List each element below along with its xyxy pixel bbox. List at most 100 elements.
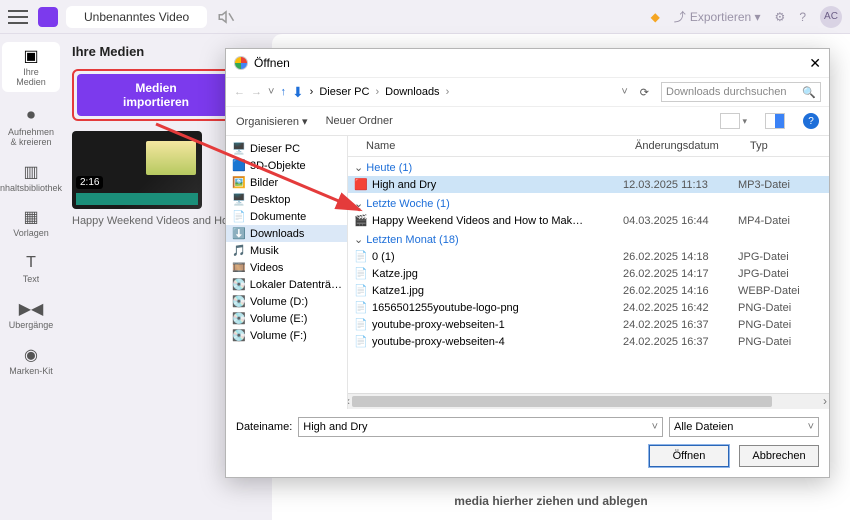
chrome-icon bbox=[234, 56, 248, 70]
rail-icon: ◉ bbox=[17, 345, 45, 365]
file-group-header[interactable]: Heute (1) bbox=[348, 157, 829, 176]
close-icon[interactable]: ✕ bbox=[809, 55, 821, 72]
folder-icon: 🖼️ bbox=[232, 176, 246, 189]
rail-item-1[interactable]: ⏺Aufnehmen& kreieren bbox=[2, 106, 60, 148]
breadcrumb[interactable]: Dieser PC Downloads bbox=[319, 86, 615, 98]
tree-item[interactable]: 🖥️Dieser PC bbox=[226, 140, 347, 157]
folder-icon: 🟦 bbox=[232, 159, 246, 172]
folder-icon: 🎞️ bbox=[232, 261, 246, 274]
tree-item[interactable]: 💽Volume (F:) bbox=[226, 327, 347, 344]
search-icon: 🔍 bbox=[802, 86, 816, 99]
drop-hint: media hierher ziehen und ablegen bbox=[272, 494, 830, 508]
project-title[interactable]: Unbenanntes Video bbox=[66, 6, 207, 28]
file-icon: 📄 bbox=[354, 301, 368, 314]
rail-item-6[interactable]: ◉Marken-Kit bbox=[2, 345, 60, 377]
folder-icon: 🖥️ bbox=[232, 142, 246, 155]
app-logo bbox=[38, 7, 58, 27]
file-icon: 🟥 bbox=[354, 178, 368, 191]
filename-label: Dateiname: bbox=[236, 421, 292, 433]
dialog-nav: ← → ˅ ↑ ⬇ › Dieser PC Downloads ˅ ⟳ Down… bbox=[226, 77, 829, 107]
folder-icon: 🖥️ bbox=[232, 193, 246, 206]
menu-icon[interactable] bbox=[8, 10, 28, 24]
avatar[interactable]: AC bbox=[820, 6, 842, 28]
rail-item-3[interactable]: ▦Vorlagen bbox=[2, 207, 60, 239]
rail-item-4[interactable]: TText bbox=[2, 253, 60, 285]
refresh-icon[interactable]: ⟳ bbox=[640, 86, 649, 99]
folder-icon: 💽 bbox=[232, 295, 246, 308]
dialog-toolbar: Organisieren ▾ Neuer Ordner ▾ ? bbox=[226, 107, 829, 135]
file-row[interactable]: 📄1656501255youtube-logo-png24.02.2025 16… bbox=[348, 299, 829, 316]
tree-item[interactable]: ⬇️Downloads bbox=[226, 225, 347, 242]
file-row[interactable]: 🟥High and Dry12.03.2025 11:13MP3-Datei bbox=[348, 176, 829, 193]
export-button[interactable]: ⤴Exportieren ▾ bbox=[674, 8, 761, 25]
new-folder-button[interactable]: Neuer Ordner bbox=[326, 115, 393, 127]
tree-item[interactable]: 🟦3D-Objekte bbox=[226, 157, 347, 174]
up-icon[interactable]: ˅ bbox=[268, 86, 274, 98]
file-row[interactable]: 📄0 (1)26.02.2025 14:18JPG-Datei bbox=[348, 248, 829, 265]
view-options[interactable]: ▾ bbox=[720, 113, 747, 129]
tree-item[interactable]: 🎞️Videos bbox=[226, 259, 347, 276]
preview-pane-toggle[interactable] bbox=[765, 113, 785, 129]
file-row[interactable]: 📄Katze1.jpg26.02.2025 14:16WEBP-Datei bbox=[348, 282, 829, 299]
file-row[interactable]: 📄youtube-proxy-webseiten-424.02.2025 16:… bbox=[348, 333, 829, 350]
file-row[interactable]: 🎬Happy Weekend Videos and How to Mak…04.… bbox=[348, 212, 829, 229]
duration-badge: 2:16 bbox=[76, 176, 103, 189]
folder-icon: 💽 bbox=[232, 312, 246, 325]
tree-item[interactable]: 💽Volume (E:) bbox=[226, 310, 347, 327]
file-open-dialog: Öffnen ✕ ← → ˅ ↑ ⬇ › Dieser PC Downloads… bbox=[225, 48, 830, 478]
mute-icon[interactable] bbox=[217, 8, 235, 26]
media-thumbnail[interactable]: 2:16 bbox=[72, 131, 202, 209]
file-list: Name Änderungsdatum Typ Heute (1)🟥High a… bbox=[348, 136, 829, 409]
folder-icon: 💽 bbox=[232, 329, 246, 342]
dialog-title: Öffnen bbox=[254, 56, 290, 70]
tree-item[interactable]: 🖥️Desktop bbox=[226, 191, 347, 208]
horizontal-scrollbar[interactable]: ‹› bbox=[348, 393, 829, 409]
organize-menu[interactable]: Organisieren ▾ bbox=[236, 115, 308, 128]
tree-item[interactable]: 💽Volume (D:) bbox=[226, 293, 347, 310]
folder-icon: 💽 bbox=[232, 278, 246, 291]
forward-icon: → bbox=[251, 86, 262, 98]
help-icon[interactable]: ? bbox=[799, 10, 806, 24]
down-arrow-icon[interactable]: ⬇ bbox=[292, 84, 304, 101]
tree-item[interactable]: 💽Lokaler Datenträ… bbox=[226, 276, 347, 293]
rail-item-0[interactable]: ▣IhreMedien bbox=[2, 42, 60, 92]
file-icon: 📄 bbox=[354, 318, 368, 331]
open-button[interactable]: Öffnen bbox=[649, 445, 729, 467]
folder-icon: 📄 bbox=[232, 210, 246, 223]
file-icon: 🎬 bbox=[354, 214, 368, 227]
filename-input[interactable]: High and Dry˅ bbox=[298, 417, 663, 437]
rail-item-2[interactable]: ▥nhaltsbibliothek bbox=[2, 162, 60, 194]
file-icon: 📄 bbox=[354, 284, 368, 297]
rail-icon: ▥ bbox=[17, 162, 45, 182]
file-type-filter[interactable]: Alle Dateien˅ bbox=[669, 417, 819, 437]
tree-item[interactable]: 📄Dokumente bbox=[226, 208, 347, 225]
folder-icon: ⬇️ bbox=[232, 227, 246, 240]
premium-icon[interactable]: ◆ bbox=[651, 10, 660, 24]
left-rail: ▣IhreMedien ⏺Aufnehmen& kreieren ▥nhaltsbi… bbox=[0, 34, 62, 520]
file-icon: 📄 bbox=[354, 267, 368, 280]
rail-icon: T bbox=[17, 253, 45, 273]
cancel-button[interactable]: Abbrechen bbox=[739, 445, 819, 467]
help-icon[interactable]: ? bbox=[803, 113, 819, 129]
recent-icon[interactable]: ↑ bbox=[280, 86, 286, 98]
back-icon[interactable]: ← bbox=[234, 86, 245, 98]
rail-icon: ▶◀ bbox=[17, 299, 45, 319]
rail-item-5[interactable]: ▶◀Übergänge bbox=[2, 299, 60, 331]
dialog-titlebar: Öffnen ✕ bbox=[226, 49, 829, 77]
file-row[interactable]: 📄youtube-proxy-webseiten-124.02.2025 16:… bbox=[348, 316, 829, 333]
tree-item[interactable]: 🎵Musik bbox=[226, 242, 347, 259]
app-topbar: Unbenanntes Video ◆ ⤴Exportieren ▾ ⚙ ? A… bbox=[0, 0, 850, 34]
search-input[interactable]: Downloads durchsuchen🔍 bbox=[661, 82, 821, 102]
folder-tree: 🖥️Dieser PC🟦3D-Objekte🖼️Bilder🖥️Desktop📄… bbox=[226, 136, 348, 409]
file-row[interactable]: 📄Katze.jpg26.02.2025 14:17JPG-Datei bbox=[348, 265, 829, 282]
file-group-header[interactable]: Letzten Monat (18) bbox=[348, 229, 829, 248]
rail-icon: ⏺ bbox=[17, 106, 45, 126]
file-icon: 📄 bbox=[354, 250, 368, 263]
column-headers[interactable]: Name Änderungsdatum Typ bbox=[348, 136, 829, 157]
tree-item[interactable]: 🖼️Bilder bbox=[226, 174, 347, 191]
settings-icon[interactable]: ⚙ bbox=[775, 10, 786, 24]
rail-icon: ▦ bbox=[17, 207, 45, 227]
folder-icon: 🎵 bbox=[232, 244, 246, 257]
file-group-header[interactable]: Letzte Woche (1) bbox=[348, 193, 829, 212]
file-icon: 📄 bbox=[354, 335, 368, 348]
